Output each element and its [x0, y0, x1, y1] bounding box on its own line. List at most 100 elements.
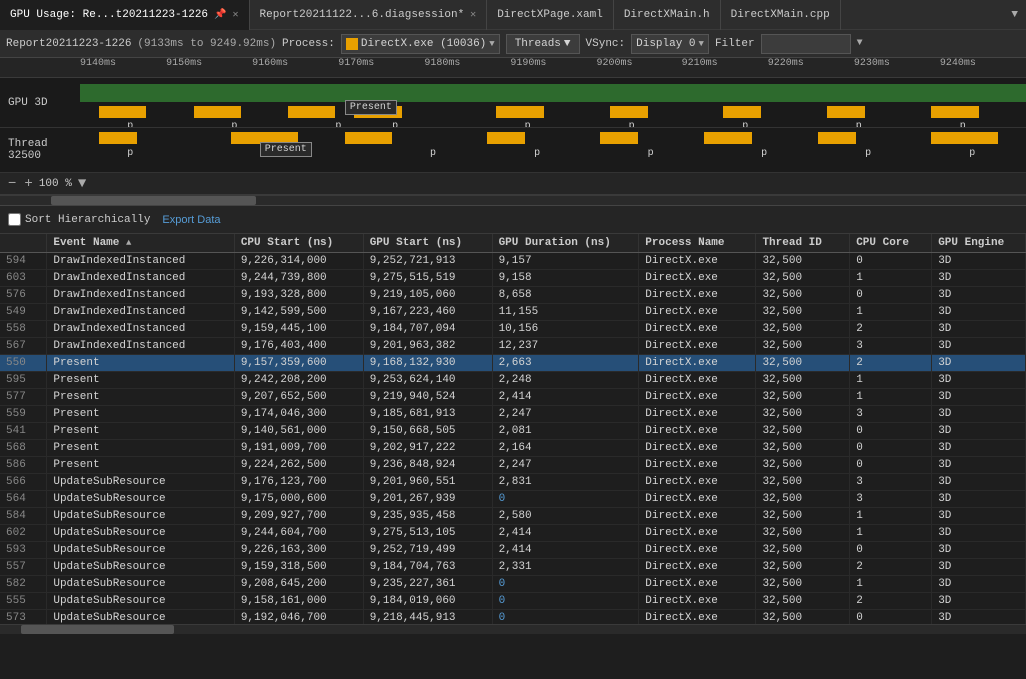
cell-gpu-duration: 2,414: [492, 525, 639, 542]
cell-gpu-start: 9,219,940,524: [363, 389, 492, 406]
report-label: Report20211223-1226: [6, 38, 131, 50]
cell-id: 559: [0, 406, 47, 423]
cell-cpu-start: 9,142,599,500: [234, 304, 363, 321]
table-row[interactable]: 582 UpdateSubResource 9,208,645,200 9,23…: [0, 576, 1026, 593]
table-row[interactable]: 558 DrawIndexedInstanced 9,159,445,100 9…: [0, 321, 1026, 338]
table-row[interactable]: 567 DrawIndexedInstanced 9,176,403,400 9…: [0, 338, 1026, 355]
col-header-gpu-engine[interactable]: GPU Engine: [932, 234, 1026, 253]
timeline-scrollbar[interactable]: [0, 195, 1026, 205]
tab-gpu-usage-pin[interactable]: 📌: [214, 9, 226, 21]
tab-gpu-usage-label: GPU Usage: Re...t20211223-1226: [10, 9, 208, 21]
threads-button[interactable]: Threads ▼: [506, 34, 580, 54]
table-row[interactable]: 576 DrawIndexedInstanced 9,193,328,800 9…: [0, 287, 1026, 304]
cell-cpu-core: 3: [850, 338, 932, 355]
cell-cpu-core: 1: [850, 304, 932, 321]
table-row[interactable]: 549 DrawIndexedInstanced 9,142,599,500 9…: [0, 304, 1026, 321]
cell-id: 558: [0, 321, 47, 338]
col-header-cpu-start[interactable]: CPU Start (ns): [234, 234, 363, 253]
cell-cpu-start: 9,159,318,500: [234, 559, 363, 576]
tab-gpu-usage-close[interactable]: ✕: [233, 9, 239, 21]
dropdown-arrow-icon[interactable]: ▼: [1011, 9, 1018, 21]
gpu3d-p-3: p: [392, 121, 398, 127]
thread-p-8: p: [969, 148, 975, 159]
cell-process: DirectX.exe: [639, 372, 756, 389]
sort-hierarchically-option[interactable]: Sort Hierarchically: [8, 213, 150, 226]
table-row[interactable]: 584 UpdateSubResource 9,209,927,700 9,23…: [0, 508, 1026, 525]
col-header-gpu-start[interactable]: GPU Start (ns): [363, 234, 492, 253]
cell-id: 550: [0, 355, 47, 372]
table-row[interactable]: 557 UpdateSubResource 9,159,318,500 9,18…: [0, 559, 1026, 576]
table-row[interactable]: 568 Present 9,191,009,700 9,202,917,222 …: [0, 440, 1026, 457]
cell-process: DirectX.exe: [639, 508, 756, 525]
title-bar: GPU Usage: Re...t20211223-1226 📌 ✕ Repor…: [0, 0, 1026, 30]
filter-dropdown-arrow[interactable]: ▼: [857, 38, 863, 49]
table-row[interactable]: 541 Present 9,140,561,000 9,150,668,505 …: [0, 423, 1026, 440]
zoom-out-button[interactable]: −: [6, 177, 18, 191]
thread-content[interactable]: p p p p p p p p Present: [80, 128, 1026, 172]
process-icon: [346, 38, 358, 50]
table-row[interactable]: 603 DrawIndexedInstanced 9,244,739,800 9…: [0, 270, 1026, 287]
table-row[interactable]: 593 UpdateSubResource 9,226,163,300 9,25…: [0, 542, 1026, 559]
col-header-thread[interactable]: Thread ID: [756, 234, 850, 253]
thread-p-1: p: [127, 148, 133, 159]
cell-gpu-duration: 2,247: [492, 406, 639, 423]
zoom-in-button[interactable]: +: [22, 177, 34, 191]
cell-id: 594: [0, 253, 47, 270]
cell-thread: 32,500: [756, 610, 850, 625]
table-row[interactable]: 564 UpdateSubResource 9,175,000,600 9,20…: [0, 491, 1026, 508]
tab-directxmain-h[interactable]: DirectXMain.h: [614, 0, 721, 30]
table-row[interactable]: 555 UpdateSubResource 9,158,161,000 9,18…: [0, 593, 1026, 610]
table-row[interactable]: 577 Present 9,207,652,500 9,219,940,524 …: [0, 389, 1026, 406]
cell-process: DirectX.exe: [639, 525, 756, 542]
cell-event: DrawIndexedInstanced: [47, 338, 234, 355]
tab-diagsession[interactable]: Report20211122...6.diagsession* ✕: [250, 0, 488, 30]
process-dropdown[interactable]: DirectX.exe (10036) ▼: [341, 34, 500, 54]
cell-cpu-core: 3: [850, 406, 932, 423]
tab-gpu-usage[interactable]: GPU Usage: Re...t20211223-1226 📌 ✕: [0, 0, 250, 30]
cell-event: Present: [47, 440, 234, 457]
table-row[interactable]: 595 Present 9,242,208,200 9,253,624,140 …: [0, 372, 1026, 389]
col-header-gpu-duration[interactable]: GPU Duration (ns): [492, 234, 639, 253]
table-row[interactable]: 594 DrawIndexedInstanced 9,226,314,000 9…: [0, 253, 1026, 270]
tab-directxmain-cpp[interactable]: DirectXMain.cpp: [721, 0, 841, 30]
cell-process: DirectX.exe: [639, 610, 756, 625]
col-header-event[interactable]: Event Name: [47, 234, 234, 253]
bottom-scrollbar-thumb[interactable]: [21, 625, 175, 634]
cell-id: 568: [0, 440, 47, 457]
cell-id: 603: [0, 270, 47, 287]
cell-thread: 32,500: [756, 576, 850, 593]
table-row[interactable]: 573 UpdateSubResource 9,192,046,700 9,21…: [0, 610, 1026, 625]
table-row[interactable]: 566 UpdateSubResource 9,176,123,700 9,20…: [0, 474, 1026, 491]
timeline-scrollbar-thumb[interactable]: [51, 196, 256, 205]
cell-gpu-engine: 3D: [932, 355, 1026, 372]
sort-hierarchically-checkbox[interactable]: [8, 213, 21, 226]
table-row[interactable]: 550 Present 9,157,359,600 9,168,132,930 …: [0, 355, 1026, 372]
tab-directxmain-cpp-label: DirectXMain.cpp: [731, 9, 830, 21]
cell-cpu-start: 9,193,328,800: [234, 287, 363, 304]
cell-process: DirectX.exe: [639, 321, 756, 338]
zoom-dropdown-button[interactable]: ▼: [76, 177, 88, 191]
display-dropdown[interactable]: Display 0 ▼: [631, 34, 709, 54]
cell-cpu-start: 9,207,652,500: [234, 389, 363, 406]
cell-gpu-engine: 3D: [932, 491, 1026, 508]
cell-process: DirectX.exe: [639, 542, 756, 559]
cell-process: DirectX.exe: [639, 559, 756, 576]
gpu3d-content[interactable]: Present ppppppppp: [80, 78, 1026, 127]
export-data-button[interactable]: Export Data: [162, 214, 220, 226]
tab-directxpage[interactable]: DirectXPage.xaml: [487, 0, 614, 30]
cell-thread: 32,500: [756, 474, 850, 491]
data-table-wrapper[interactable]: Event Name CPU Start (ns) GPU Start (ns)…: [0, 234, 1026, 624]
thread-p-4: p: [534, 148, 540, 159]
col-header-cpu-core[interactable]: CPU Core: [850, 234, 932, 253]
ruler-tick-0: 9140ms: [80, 58, 116, 69]
col-header-process[interactable]: Process Name: [639, 234, 756, 253]
cell-id: 573: [0, 610, 47, 625]
table-row[interactable]: 602 UpdateSubResource 9,244,604,700 9,27…: [0, 525, 1026, 542]
tab-diagsession-close[interactable]: ✕: [470, 9, 476, 21]
bottom-scrollbar[interactable]: [0, 624, 1026, 634]
filter-input[interactable]: [761, 34, 851, 54]
cell-id: 582: [0, 576, 47, 593]
table-row[interactable]: 586 Present 9,224,262,500 9,236,848,924 …: [0, 457, 1026, 474]
table-row[interactable]: 559 Present 9,174,046,300 9,185,681,913 …: [0, 406, 1026, 423]
cell-gpu-engine: 3D: [932, 525, 1026, 542]
